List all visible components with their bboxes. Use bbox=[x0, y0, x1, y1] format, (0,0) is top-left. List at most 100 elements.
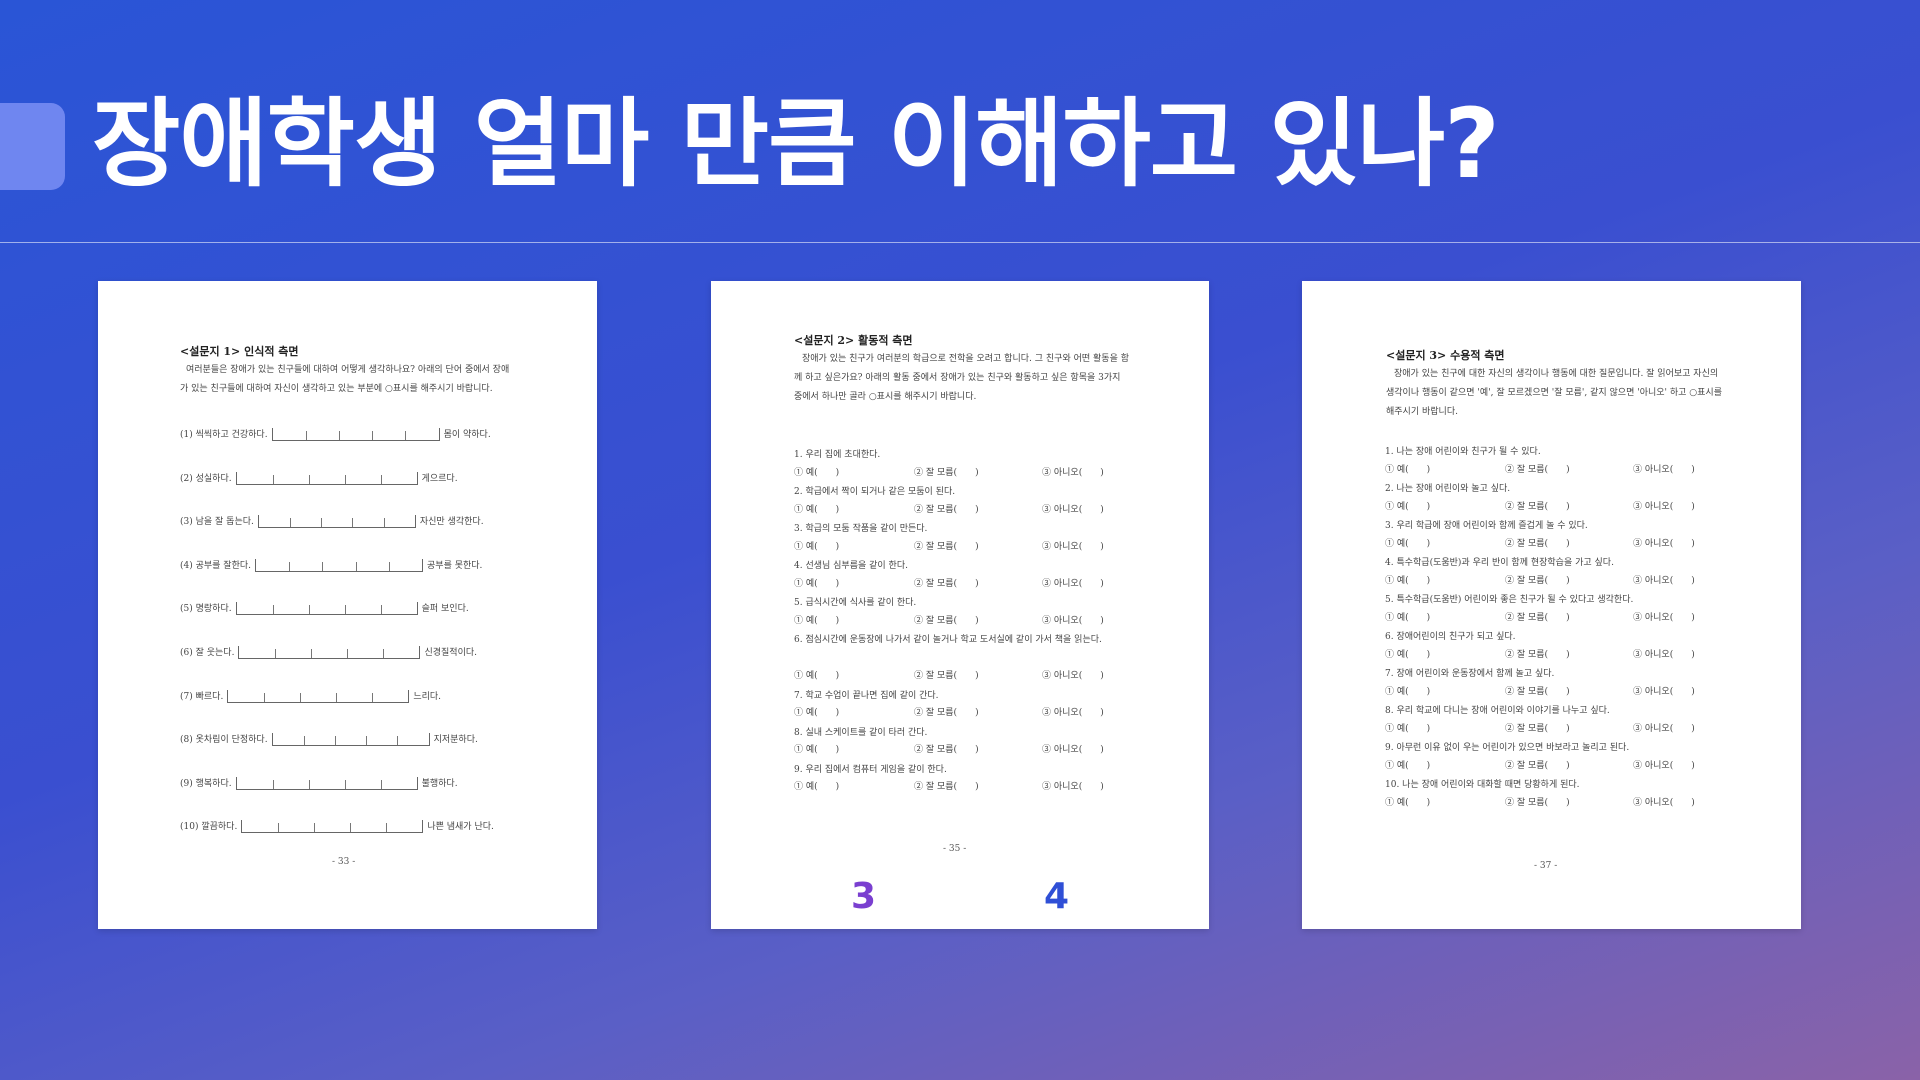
survey1-item: (6) 잘 웃는다. 신경질적이다. bbox=[180, 645, 477, 659]
option-unsure[interactable]: ② 잘 모름( ) bbox=[914, 465, 979, 478]
option-yes[interactable]: ① 예( ) bbox=[1385, 721, 1430, 734]
option-no[interactable]: ③ 아니오( ) bbox=[1042, 668, 1104, 681]
option-no[interactable]: ③ 아니오( ) bbox=[1633, 536, 1695, 549]
option-no[interactable]: ③ 아니오( ) bbox=[1633, 462, 1695, 475]
option-no[interactable]: ③ 아니오( ) bbox=[1042, 539, 1104, 552]
rating-scale[interactable] bbox=[241, 820, 424, 834]
survey3-intro: 장애가 있는 친구에 대한 자신의 생각이나 행동에 대한 질문입니다. 잘 읽… bbox=[1386, 369, 1722, 417]
page-marker-3: 3 bbox=[851, 876, 877, 917]
survey1-item: (10) 깔끔하다. 나쁜 냄새가 난다. bbox=[180, 819, 494, 834]
survey3-question: 4. 특수학급(도움반)과 우리 반이 함께 현장학습을 가고 싶다. bbox=[1385, 558, 1614, 568]
rating-scale[interactable] bbox=[255, 558, 424, 572]
rating-scale[interactable] bbox=[235, 602, 418, 616]
item-right-label: 느리다. bbox=[413, 691, 442, 702]
survey3-question: 8. 우리 학교에 다니는 장애 어린이와 이야기를 나누고 싶다. bbox=[1385, 706, 1610, 716]
option-no[interactable]: ③ 아니오( ) bbox=[1042, 576, 1104, 589]
survey3-question: 10. 나는 장애 어린이와 대화할 때면 당황하게 된다. bbox=[1385, 780, 1580, 790]
survey2-question: 3. 학급의 모둠 작품을 같이 만든다. bbox=[794, 524, 928, 534]
option-unsure[interactable]: ② 잘 모름( ) bbox=[1505, 684, 1570, 697]
option-no[interactable]: ③ 아니오( ) bbox=[1633, 573, 1695, 586]
option-no[interactable]: ③ 아니오( ) bbox=[1042, 502, 1104, 515]
option-unsure[interactable]: ② 잘 모름( ) bbox=[1505, 721, 1570, 734]
survey2-question: 5. 급식시간에 식사를 같이 한다. bbox=[794, 598, 917, 608]
rating-scale[interactable] bbox=[238, 646, 421, 659]
option-yes[interactable]: ① 예( ) bbox=[794, 705, 839, 718]
rating-scale[interactable] bbox=[235, 471, 418, 485]
option-yes[interactable]: ① 예( ) bbox=[1385, 462, 1430, 475]
survey2-question: 7. 학교 수업이 끝나면 집에 같이 간다. bbox=[794, 690, 939, 701]
option-unsure[interactable]: ② 잘 모름( ) bbox=[1505, 462, 1570, 475]
option-yes[interactable]: ① 예( ) bbox=[794, 576, 839, 589]
option-unsure[interactable]: ② 잘 모름( ) bbox=[1505, 610, 1570, 623]
option-no[interactable]: ③ 아니오( ) bbox=[1042, 742, 1104, 755]
survey2-title: <설문지 2> 활동적 측면 bbox=[794, 334, 913, 347]
option-yes[interactable]: ① 예( ) bbox=[794, 668, 839, 681]
option-no[interactable]: ③ 아니오( ) bbox=[1633, 647, 1695, 660]
option-yes[interactable]: ① 예( ) bbox=[1385, 499, 1430, 512]
option-no[interactable]: ③ 아니오( ) bbox=[1042, 613, 1104, 626]
survey-page-3: <설문지 3> 수용적 측면 장애가 있는 친구에 대한 자신의 생각이나 행동… bbox=[1302, 281, 1801, 929]
option-unsure[interactable]: ② 잘 모름( ) bbox=[1505, 647, 1570, 660]
option-no[interactable]: ③ 아니오( ) bbox=[1633, 795, 1695, 808]
option-unsure[interactable]: ② 잘 모름( ) bbox=[914, 613, 979, 626]
survey3-question: 7. 장애 어린이와 운동장에서 함께 놀고 싶다. bbox=[1385, 669, 1555, 679]
option-unsure[interactable]: ② 잘 모름( ) bbox=[1505, 499, 1570, 512]
option-yes[interactable]: ① 예( ) bbox=[1385, 758, 1430, 771]
rating-scale[interactable] bbox=[271, 733, 430, 747]
option-yes[interactable]: ① 예( ) bbox=[794, 502, 839, 515]
page-number: - 33 - bbox=[332, 857, 356, 867]
survey-page-1: <설문지 1> 인식적 측면 여러분들은 장애가 있는 친구들에 대하여 어떻게… bbox=[98, 281, 597, 929]
item-right-label: 슬퍼 보인다. bbox=[421, 604, 469, 615]
item-right-label: 자신만 생각한다. bbox=[419, 517, 484, 528]
item-right-label: 신경질적이다. bbox=[424, 648, 477, 658]
option-unsure[interactable]: ② 잘 모름( ) bbox=[914, 742, 979, 755]
survey3-question: 3. 우리 학급에 장애 어린이와 함께 즐겁게 놀 수 있다. bbox=[1385, 521, 1588, 531]
option-unsure[interactable]: ② 잘 모름( ) bbox=[914, 668, 979, 681]
survey1-item: (7) 빠르다. 느리다. bbox=[180, 689, 441, 703]
item-left-label: (9) 행복하다. bbox=[180, 778, 232, 789]
option-yes[interactable]: ① 예( ) bbox=[1385, 610, 1430, 623]
option-unsure[interactable]: ② 잘 모름( ) bbox=[914, 576, 979, 589]
option-unsure[interactable]: ② 잘 모름( ) bbox=[1505, 758, 1570, 771]
rating-scale[interactable] bbox=[227, 689, 410, 703]
option-unsure[interactable]: ② 잘 모름( ) bbox=[1505, 795, 1570, 808]
survey1-item: (4) 공부를 잘한다. 공부를 못한다. bbox=[180, 558, 482, 572]
rating-scale[interactable] bbox=[271, 428, 440, 441]
option-yes[interactable]: ① 예( ) bbox=[1385, 536, 1430, 549]
option-unsure[interactable]: ② 잘 모름( ) bbox=[914, 779, 979, 792]
item-right-label: 게으르다. bbox=[421, 473, 458, 484]
survey2-question: 9. 우리 집에서 컴퓨터 게임을 같이 한다. bbox=[794, 764, 947, 775]
option-yes[interactable]: ① 예( ) bbox=[794, 779, 839, 792]
option-no[interactable]: ③ 아니오( ) bbox=[1042, 779, 1104, 792]
option-yes[interactable]: ① 예( ) bbox=[1385, 795, 1430, 808]
option-yes[interactable]: ① 예( ) bbox=[1385, 647, 1430, 660]
option-no[interactable]: ③ 아니오( ) bbox=[1633, 610, 1695, 623]
rating-scale[interactable] bbox=[235, 776, 418, 790]
option-no[interactable]: ③ 아니오( ) bbox=[1042, 465, 1104, 478]
item-left-label: (1) 씩씩하고 건강하다. bbox=[180, 430, 268, 440]
option-unsure[interactable]: ② 잘 모름( ) bbox=[1505, 536, 1570, 549]
option-no[interactable]: ③ 아니오( ) bbox=[1633, 721, 1695, 734]
item-left-label: (2) 성실하다. bbox=[180, 473, 232, 484]
item-right-label: 지저분하다. bbox=[433, 735, 478, 746]
option-unsure[interactable]: ② 잘 모름( ) bbox=[1505, 573, 1570, 586]
option-yes[interactable]: ① 예( ) bbox=[794, 465, 839, 478]
slide-title: 장애학생 얼마 만큼 이해하고 있나? bbox=[92, 88, 1500, 200]
survey-page-2: <설문지 2> 활동적 측면 장애가 있는 친구가 여러분의 학급으로 전학을 … bbox=[711, 281, 1209, 929]
option-yes[interactable]: ① 예( ) bbox=[1385, 573, 1430, 586]
option-yes[interactable]: ① 예( ) bbox=[794, 613, 839, 626]
option-yes[interactable]: ① 예( ) bbox=[1385, 684, 1430, 697]
option-yes[interactable]: ① 예( ) bbox=[794, 539, 839, 552]
option-no[interactable]: ③ 아니오( ) bbox=[1042, 705, 1104, 718]
option-no[interactable]: ③ 아니오( ) bbox=[1633, 758, 1695, 771]
option-unsure[interactable]: ② 잘 모름( ) bbox=[914, 539, 979, 552]
option-yes[interactable]: ① 예( ) bbox=[794, 742, 839, 755]
option-no[interactable]: ③ 아니오( ) bbox=[1633, 684, 1695, 697]
option-unsure[interactable]: ② 잘 모름( ) bbox=[914, 502, 979, 515]
survey3-question: 5. 특수학급(도움반) 어린이와 좋은 친구가 될 수 있다고 생각한다. bbox=[1385, 595, 1634, 605]
rating-scale[interactable] bbox=[257, 515, 416, 529]
survey1-item: (1) 씩씩하고 건강하다. 몸이 약하다. bbox=[180, 427, 491, 441]
option-unsure[interactable]: ② 잘 모름( ) bbox=[914, 705, 979, 718]
option-no[interactable]: ③ 아니오( ) bbox=[1633, 499, 1695, 512]
page-number: - 35 - bbox=[943, 844, 967, 854]
